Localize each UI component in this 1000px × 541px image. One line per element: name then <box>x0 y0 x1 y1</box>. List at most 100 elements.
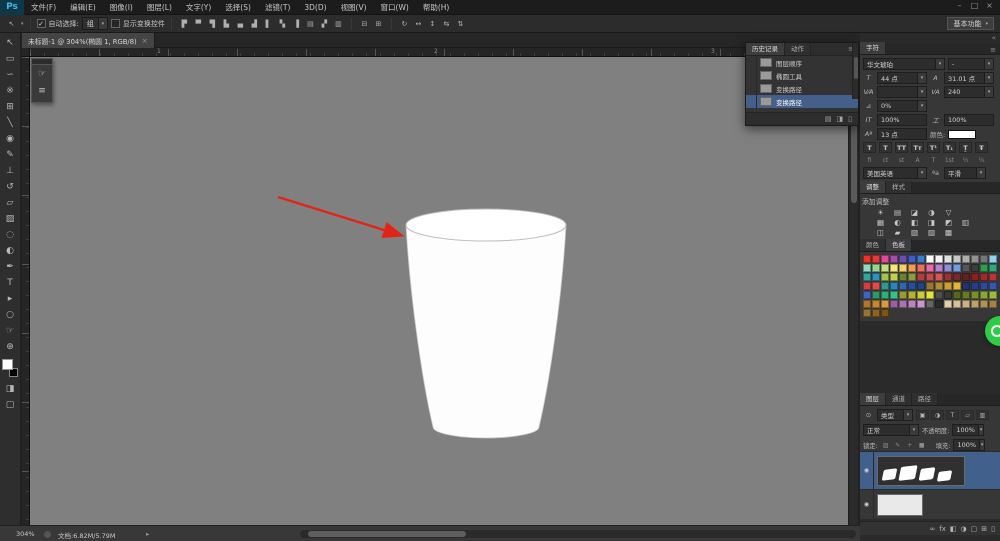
new-doc-from-state-icon[interactable]: ▤ <box>825 115 832 123</box>
menu-item[interactable]: 3D(D) <box>297 0 333 15</box>
color-swatch[interactable] <box>962 282 970 290</box>
delete-state-icon[interactable]: ▯ <box>848 115 852 123</box>
scroll-icon[interactable]: ≡ <box>32 82 52 99</box>
swash-button[interactable]: A <box>911 155 924 165</box>
channel-mixer-icon[interactable]: ◩ <box>942 218 955 227</box>
text-color-swatch[interactable] <box>948 130 976 139</box>
color-swatch[interactable] <box>863 282 871 290</box>
gradient-map-icon[interactable]: ▨ <box>925 228 938 237</box>
history-brush-source-cell[interactable] <box>746 56 757 69</box>
align-hcenter-icon[interactable]: ▀ <box>192 17 205 30</box>
color-swatch[interactable] <box>962 255 970 263</box>
threshold-icon[interactable]: ▧ <box>908 228 921 237</box>
3d-roll-icon[interactable]: ↔ <box>412 17 425 30</box>
history-state[interactable]: 椭圆工具 <box>746 69 858 82</box>
font-size-field[interactable]: 44 点 ▾ <box>877 72 927 84</box>
color-swatch[interactable] <box>980 300 988 308</box>
color-swatch[interactable] <box>926 300 934 308</box>
new-snapshot-icon[interactable]: ◨ <box>837 115 844 123</box>
path-selection-tool[interactable]: ▸ <box>0 291 21 307</box>
menu-item[interactable]: 窗口(W) <box>374 0 416 15</box>
zoom-level[interactable]: 304% <box>16 530 35 538</box>
menu-item[interactable]: 滤镜(T) <box>258 0 297 15</box>
horizontal-ruler[interactable]: 123 <box>30 48 848 57</box>
subscript-button[interactable]: T₁ <box>943 142 956 153</box>
filter-shape-layers-icon[interactable]: ▱ <box>961 410 974 420</box>
align-bottom-icon[interactable]: ▟ <box>248 17 261 30</box>
type-tool[interactable]: T <box>0 275 21 291</box>
color-swatch[interactable] <box>881 273 889 281</box>
color-swatch[interactable] <box>944 282 952 290</box>
eye-icon[interactable]: ◉ <box>860 490 874 519</box>
clone-stamp-tool[interactable]: ⊥ <box>0 163 21 179</box>
color-swatch[interactable] <box>926 255 934 263</box>
color-swatch[interactable] <box>971 273 979 281</box>
color-swatch[interactable] <box>899 282 907 290</box>
color-swatch[interactable] <box>953 300 961 308</box>
scrollbar-thumb[interactable] <box>308 531 466 537</box>
all-caps-button[interactable]: TT <box>895 142 908 153</box>
menu-item[interactable]: 文字(Y) <box>179 0 218 15</box>
titling-alternates-button[interactable]: 1st <box>943 155 956 165</box>
color-swatch[interactable] <box>881 291 889 299</box>
opacity-field[interactable]: 100% ▾ <box>952 424 984 436</box>
color-swatch[interactable] <box>953 255 961 263</box>
blend-mode-select[interactable]: 正常 ▾ <box>863 424 919 436</box>
color-swatch[interactable] <box>872 273 880 281</box>
distribute-bottom-icon[interactable]: ▐ <box>290 17 303 30</box>
color-swatch[interactable] <box>881 282 889 290</box>
color-swatch[interactable] <box>971 282 979 290</box>
color-swatch[interactable] <box>872 255 880 263</box>
menu-item[interactable]: 视图(V) <box>334 0 374 15</box>
invert-icon[interactable]: ◫ <box>874 228 887 237</box>
color-swatch[interactable] <box>989 300 997 308</box>
color-swatch[interactable] <box>962 300 970 308</box>
layers-tab[interactable]: 通道 <box>886 393 912 405</box>
layer-mask-icon[interactable]: ◧ <box>950 525 957 533</box>
language-select[interactable]: 美国英语 ▾ <box>863 167 927 179</box>
color-swatch[interactable] <box>980 282 988 290</box>
swatches-tab[interactable]: 色板 <box>886 239 912 251</box>
adjustments-tab[interactable]: 调整 <box>860 181 886 193</box>
new-layer-icon[interactable]: ⊞ <box>981 525 987 533</box>
contextual-alternates-button[interactable]: ct <box>879 155 892 165</box>
color-swatch[interactable] <box>962 273 970 281</box>
color-swatch[interactable] <box>989 273 997 281</box>
lock-transparency-icon[interactable]: ▨ <box>881 440 891 450</box>
color-swatch[interactable] <box>899 291 907 299</box>
color-swatch[interactable] <box>908 282 916 290</box>
align-top-icon[interactable]: ▙ <box>220 17 233 30</box>
color-swatch[interactable] <box>872 309 880 317</box>
color-swatch[interactable] <box>908 291 916 299</box>
superscript-button[interactable]: T¹ <box>927 142 940 153</box>
anti-alias-select[interactable]: 平滑 ▾ <box>944 167 986 179</box>
color-swatch[interactable] <box>989 282 997 290</box>
exposure-icon[interactable]: ◑ <box>925 208 938 217</box>
color-swatch[interactable] <box>989 291 997 299</box>
fractions-button[interactable]: ¼ <box>975 155 988 165</box>
color-swatch[interactable] <box>917 273 925 281</box>
foreground-color-swatch[interactable] <box>2 359 13 370</box>
quick-mask-icon[interactable]: ◨ <box>0 381 21 397</box>
move-tool-icon[interactable]: ↖ <box>5 17 18 30</box>
adjustment-layer-icon[interactable]: ◑ <box>961 525 967 533</box>
color-swatch[interactable] <box>989 264 997 272</box>
distribute-hcenter-icon[interactable]: ▞ <box>318 17 331 30</box>
color-swatch[interactable] <box>926 291 934 299</box>
layer-thumbnail[interactable] <box>877 494 923 516</box>
layer-group-icon[interactable]: ▢ <box>971 525 978 533</box>
color-swatch[interactable] <box>944 273 952 281</box>
lock-all-icon[interactable]: ■ <box>917 440 927 450</box>
strikethrough-button[interactable]: Ŧ <box>975 142 988 153</box>
color-swatch[interactable] <box>944 291 952 299</box>
color-swatch[interactable] <box>863 273 871 281</box>
layer-thumbnail[interactable] <box>877 456 965 486</box>
levels-icon[interactable]: ▤ <box>891 208 904 217</box>
history-state[interactable]: 图层顺序 <box>746 56 858 69</box>
posterize-icon[interactable]: ▰ <box>891 228 904 237</box>
color-swatch[interactable] <box>863 300 871 308</box>
history-brush-tool[interactable]: ↺ <box>0 179 21 195</box>
status-button[interactable] <box>44 531 51 538</box>
color-swatch[interactable] <box>908 264 916 272</box>
auto-blend-icon[interactable]: ⊞ <box>372 17 385 30</box>
